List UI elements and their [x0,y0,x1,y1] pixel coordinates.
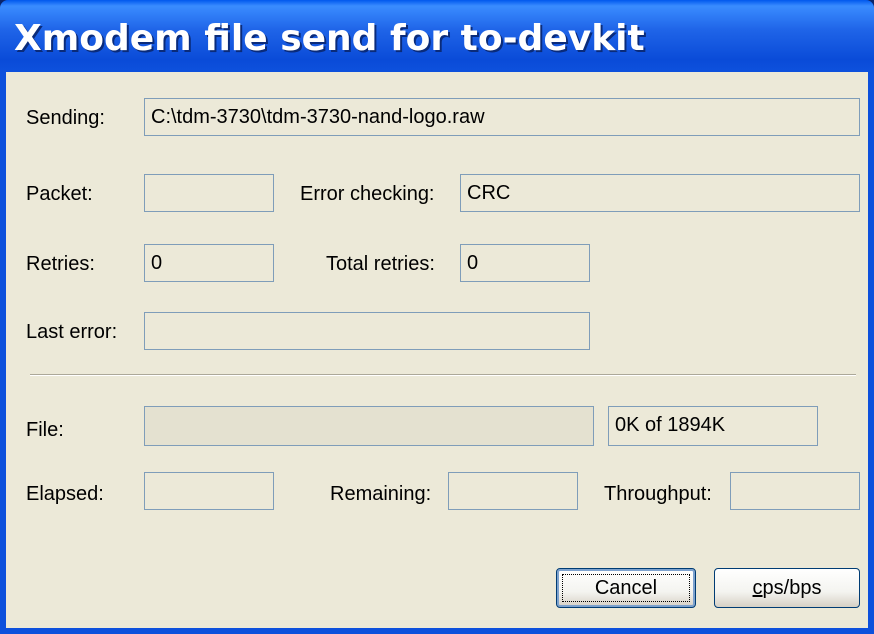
dialog-client-area: Sending: C:\tdm-3730\tdm-3730-nand-logo.… [6,72,868,628]
total-retries-label: Total retries: [326,253,435,275]
cps-bps-button[interactable]: cps/bps [714,568,860,608]
file-label: File: [26,419,64,441]
remaining-label: Remaining: [330,483,432,505]
error-checking-label: Error checking: [300,183,435,205]
sending-field: C:\tdm-3730\tdm-3730-nand-logo.raw [144,98,860,136]
error-checking-field: CRC [460,174,860,212]
cps-bps-mnemonic: c [752,577,763,599]
packet-field [144,174,274,212]
section-divider [30,374,856,376]
throughput-field [730,472,860,510]
packet-label: Packet: [26,183,93,205]
total-retries-field: 0 [460,244,590,282]
throughput-label: Throughput: [604,483,712,505]
remaining-field [448,472,578,510]
cps-bps-label: ps/bps [762,577,822,599]
cancel-button-label: Cancel [594,577,658,599]
elapsed-field [144,472,274,510]
file-size-field: 0K of 1894K [608,406,818,446]
xmodem-dialog-window: Xmodem file send for to-devkit Sending: … [0,0,874,634]
elapsed-label: Elapsed: [26,483,104,505]
retries-label: Retries: [26,253,95,275]
file-progress-bar [144,406,594,446]
sending-label: Sending: [26,107,105,129]
window-title: Xmodem file send for to-devkit [14,18,645,59]
cancel-button[interactable]: Cancel [556,568,696,608]
retries-field: 0 [144,244,274,282]
last-error-label: Last error: [26,321,118,343]
last-error-field [144,312,590,350]
